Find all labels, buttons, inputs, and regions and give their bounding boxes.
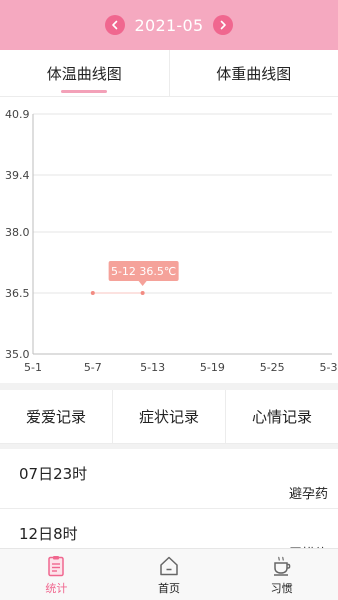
nav-stats[interactable]: 统计 (0, 549, 113, 600)
tab-mood-record[interactable]: 心情记录 (225, 390, 338, 443)
y-tick-label: 39.4 (5, 169, 30, 182)
nav-label: 统计 (45, 582, 68, 595)
record-time: 07日23时 (19, 465, 88, 483)
nav-home[interactable]: 首页 (113, 549, 226, 600)
tooltip-pointer (138, 280, 147, 286)
tooltip-text: 5-12 36.5℃ (111, 265, 176, 278)
x-tick-label: 5-19 (200, 361, 225, 374)
chevron-right-icon (221, 20, 227, 30)
chevron-left-icon (111, 20, 117, 30)
section-divider (0, 383, 338, 390)
next-month-button[interactable] (213, 15, 234, 35)
coffee-cup-icon (270, 554, 294, 578)
x-tick-label: 5-13 (140, 361, 165, 374)
record-value: 避孕药 (288, 487, 328, 502)
tab-temperature-chart[interactable]: 体温曲线图 (0, 50, 169, 96)
nav-label: 首页 (158, 582, 180, 595)
top-header: 2021-05 (0, 0, 338, 50)
x-tick-label: 5-7 (84, 361, 102, 374)
y-tick-label: 36.5 (5, 287, 30, 300)
record-time: 12日8时 (19, 525, 78, 543)
data-point (140, 290, 145, 295)
chart-tabs: 体温曲线图 体重曲线图 (0, 50, 338, 97)
prev-month-button[interactable] (104, 15, 125, 35)
tab-love-record[interactable]: 爱爱记录 (0, 390, 112, 443)
record-tabs: 爱爱记录 症状记录 心情记录 (0, 390, 338, 444)
temperature-chart: 40.9 39.4 38.0 36.5 35.0 5-1 5-7 5-13 5-19 5-25 5-… (0, 98, 338, 383)
y-tick-label: 40.9 (5, 108, 30, 121)
tab-symptom-record[interactable]: 症状记录 (112, 390, 225, 443)
nav-habits[interactable]: 习惯 (225, 549, 338, 600)
temperature-chart-svg: 40.9 39.4 38.0 36.5 35.05-1 5-7 5-13 5-19 5-25 5-… (5, 108, 338, 374)
current-month: 2021-05 (134, 15, 204, 35)
clipboard-icon (44, 554, 68, 578)
home-icon (157, 554, 181, 578)
y-tick-label: 38.0 (5, 226, 30, 239)
x-tick-label: 5-25 (260, 361, 285, 374)
bottom-nav: 统计 首页 习惯 (0, 548, 338, 600)
active-tab-indicator (61, 90, 108, 93)
nav-label: 习惯 (270, 582, 293, 595)
x-tick-label: 5-1 (24, 361, 42, 374)
tab-label: 体温曲线图 (46, 64, 122, 83)
tab-label: 体重曲线图 (216, 64, 292, 83)
x-tick-label: 5-31 (320, 361, 338, 374)
tab-weight-chart[interactable]: 体重曲线图 (168, 50, 338, 96)
data-point (90, 290, 95, 295)
record-row[interactable]: 07日23时 避孕药 (0, 449, 338, 509)
y-tick-label: 35.0 (5, 348, 30, 361)
